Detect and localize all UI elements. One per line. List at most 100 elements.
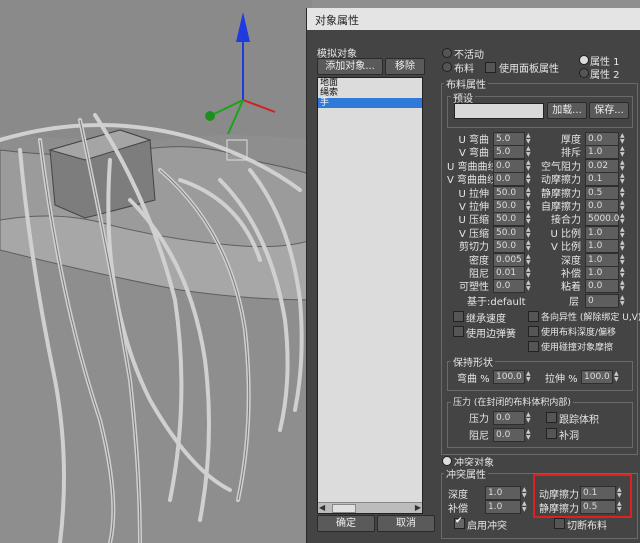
spinner-value[interactable]: 50.0 bbox=[496, 228, 516, 238]
cloth-left-field-spinner[interactable]: 5.0 ▲ ▼ bbox=[493, 132, 531, 146]
bend-percent-spinner[interactable]: 100.0 ▲ ▼ bbox=[493, 370, 531, 384]
spinner-value[interactable]: 0.0 bbox=[496, 174, 510, 184]
cloth-right-field-spinner[interactable]: 1.0 ▲ ▼ bbox=[585, 226, 625, 240]
collision-object-radio[interactable] bbox=[442, 456, 452, 466]
spinner-arrows-icon[interactable]: ▲ ▼ bbox=[526, 240, 533, 252]
spinner-value[interactable]: 50.0 bbox=[496, 214, 516, 224]
spinner-arrows-icon[interactable]: ▲ ▼ bbox=[526, 213, 533, 225]
cloth-left-field-spinner[interactable]: 0.0 ▲ ▼ bbox=[493, 172, 531, 186]
spinner-arrows-icon[interactable]: ▲ ▼ bbox=[526, 146, 533, 158]
spinner-value[interactable]: 0.005 bbox=[496, 255, 522, 265]
objects-list[interactable]: 地面 绳索 手 ◀ ▶ bbox=[317, 77, 423, 514]
spinner-arrows-icon[interactable]: ▲ ▼ bbox=[526, 280, 533, 292]
list-item-selected[interactable]: 手 bbox=[318, 98, 422, 108]
cloth-right-field-spinner[interactable]: 1.0 ▲ ▼ bbox=[585, 253, 625, 267]
spinner-value[interactable]: 5.0 bbox=[496, 134, 510, 144]
save-preset-button[interactable]: 保存... bbox=[589, 102, 629, 119]
inherit-velocity-checkbox[interactable] bbox=[453, 311, 464, 322]
pressure-spinner[interactable]: 0.0 ▲ ▼ bbox=[493, 411, 531, 425]
cloth-left-field-spinner[interactable]: 5.0 ▲ ▼ bbox=[493, 145, 531, 159]
spinner-arrows-icon[interactable]: ▲ ▼ bbox=[620, 227, 627, 239]
cloth-left-field-spinner[interactable]: 50.0 ▲ ▼ bbox=[493, 186, 531, 200]
spinner-value[interactable]: 0.5 bbox=[588, 188, 602, 198]
spinner-value[interactable]: 0.01 bbox=[496, 268, 516, 278]
collision-offset-spinner[interactable]: 1.0 ▲ ▼ bbox=[485, 500, 527, 514]
cloth-right-field-spinner[interactable]: 1.0 ▲ ▼ bbox=[585, 266, 625, 280]
viewport-3d[interactable] bbox=[0, 0, 312, 543]
spinner-arrows-icon[interactable]: ▲ ▼ bbox=[526, 133, 533, 145]
spinner-arrows-icon[interactable]: ▲ ▼ bbox=[620, 187, 627, 199]
spinner-arrows-icon[interactable]: ▲ ▼ bbox=[620, 213, 627, 225]
stretch-percent-spinner[interactable]: 100.0 ▲ ▼ bbox=[581, 370, 619, 384]
spinner-arrows-icon[interactable]: ▲ ▼ bbox=[526, 267, 533, 279]
cloth-left-field-spinner[interactable]: 0.0 ▲ ▼ bbox=[493, 159, 531, 173]
scroll-thumb[interactable] bbox=[332, 504, 356, 513]
spinner-arrows-icon[interactable]: ▲ ▼ bbox=[620, 200, 627, 212]
cloth-radio[interactable] bbox=[442, 62, 452, 72]
track-volume-checkbox[interactable] bbox=[546, 412, 557, 423]
prop1-radio[interactable] bbox=[579, 55, 589, 65]
spinner-arrows-icon[interactable]: ▲ ▼ bbox=[526, 173, 533, 185]
cut-cloth-checkbox[interactable] bbox=[554, 518, 565, 529]
scroll-right-icon[interactable]: ▶ bbox=[415, 503, 421, 512]
spinner-arrows-icon[interactable]: ▲ ▼ bbox=[526, 254, 533, 266]
spinner-arrows-icon[interactable]: ▲ ▼ bbox=[526, 227, 533, 239]
spinner-value[interactable]: 50.0 bbox=[496, 201, 516, 211]
spinner-arrows-icon[interactable]: ▲ ▼ bbox=[620, 267, 627, 279]
cap-holes-checkbox[interactable] bbox=[546, 428, 557, 439]
cloth-left-field-spinner[interactable]: 50.0 ▲ ▼ bbox=[493, 226, 531, 240]
cloth-left-field-spinner[interactable]: 50.0 ▲ ▼ bbox=[493, 212, 531, 226]
scroll-left-icon[interactable]: ◀ bbox=[319, 503, 325, 512]
cloth-left-field-spinner[interactable]: 0.005 ▲ ▼ bbox=[493, 253, 531, 267]
ok-button[interactable]: 确定 bbox=[317, 515, 375, 532]
cloth-right-field-spinner[interactable]: 5000.0 ▲ ▼ bbox=[585, 212, 625, 226]
add-objects-button[interactable]: 添加对象... bbox=[317, 58, 383, 75]
spinner-arrows-icon[interactable]: ▲ ▼ bbox=[620, 173, 627, 185]
spinner-arrows-icon[interactable]: ▲ ▼ bbox=[620, 160, 627, 172]
pressure-damping-spinner[interactable]: 0.0 ▲ ▼ bbox=[493, 428, 531, 442]
prop2-radio[interactable] bbox=[579, 68, 589, 78]
spinner-value[interactable]: 50.0 bbox=[496, 241, 516, 251]
cloth-right-field-spinner[interactable]: 0.0 ▲ ▼ bbox=[585, 279, 625, 293]
spinner-value[interactable]: 50.0 bbox=[496, 188, 516, 198]
cloth-right-field-spinner[interactable]: 0.0 ▲ ▼ bbox=[585, 132, 625, 146]
spinner-arrows-icon[interactable]: ▲ ▼ bbox=[620, 295, 627, 307]
spinner-arrows-icon[interactable]: ▲ ▼ bbox=[526, 200, 533, 212]
spinner-value[interactable]: 1.0 bbox=[588, 268, 602, 278]
cloth-left-field-spinner[interactable]: 50.0 ▲ ▼ bbox=[493, 199, 531, 213]
spinner-value[interactable]: 1.0 bbox=[588, 241, 602, 251]
spinner-value[interactable]: 1.0 bbox=[588, 147, 602, 157]
use-panel-props-checkbox[interactable] bbox=[485, 62, 496, 73]
spinner-value[interactable]: 0.0 bbox=[588, 134, 602, 144]
cloth-right-field-spinner[interactable]: 0.1 ▲ ▼ bbox=[585, 172, 625, 186]
load-preset-button[interactable]: 加载... bbox=[547, 102, 587, 119]
spinner-arrows-icon[interactable]: ▲ ▼ bbox=[526, 160, 533, 172]
spinner-value[interactable]: 1.0 bbox=[588, 255, 602, 265]
cloth-left-field-spinner[interactable]: 0.01 ▲ ▼ bbox=[493, 266, 531, 280]
enable-collision-checkbox[interactable] bbox=[454, 516, 465, 529]
collision-depth-spinner[interactable]: 1.0 ▲ ▼ bbox=[485, 486, 527, 500]
spinner-arrows-icon[interactable]: ▲ ▼ bbox=[620, 280, 627, 292]
spinner-value[interactable]: 0.02 bbox=[588, 161, 608, 171]
spinner-value[interactable]: 0.1 bbox=[588, 174, 602, 184]
cloth-left-field-spinner[interactable]: 0.0 ▲ ▼ bbox=[493, 279, 531, 293]
spinner-value[interactable]: 0.0 bbox=[496, 161, 510, 171]
list-scrollbar[interactable]: ◀ ▶ bbox=[318, 502, 422, 513]
use-edge-springs-checkbox[interactable] bbox=[453, 326, 464, 337]
dialog-titlebar[interactable]: 对象属性 bbox=[307, 8, 640, 30]
use-collision-friction-checkbox[interactable] bbox=[528, 341, 539, 352]
cancel-button[interactable]: 取消 bbox=[377, 515, 435, 532]
use-cloth-depth-checkbox[interactable] bbox=[528, 326, 539, 337]
cloth-left-field-spinner[interactable]: 50.0 ▲ ▼ bbox=[493, 239, 531, 253]
spinner-value[interactable]: 5000.0 bbox=[588, 214, 620, 224]
spinner-arrows-icon[interactable]: ▲ ▼ bbox=[614, 371, 621, 383]
remove-button[interactable]: 移除 bbox=[385, 58, 425, 75]
spinner-value[interactable]: 0.0 bbox=[588, 281, 602, 291]
spinner-arrows-icon[interactable]: ▲ ▼ bbox=[620, 133, 627, 145]
spinner-arrows-icon[interactable]: ▲ ▼ bbox=[526, 412, 533, 424]
spinner-arrows-icon[interactable]: ▲ ▼ bbox=[522, 501, 529, 513]
spinner-arrows-icon[interactable]: ▲ ▼ bbox=[522, 487, 529, 499]
spinner-arrows-icon[interactable]: ▲ ▼ bbox=[620, 254, 627, 266]
spinner-value[interactable]: 1.0 bbox=[588, 228, 602, 238]
layer-spinner[interactable]: 0 ▲ ▼ bbox=[585, 294, 625, 308]
